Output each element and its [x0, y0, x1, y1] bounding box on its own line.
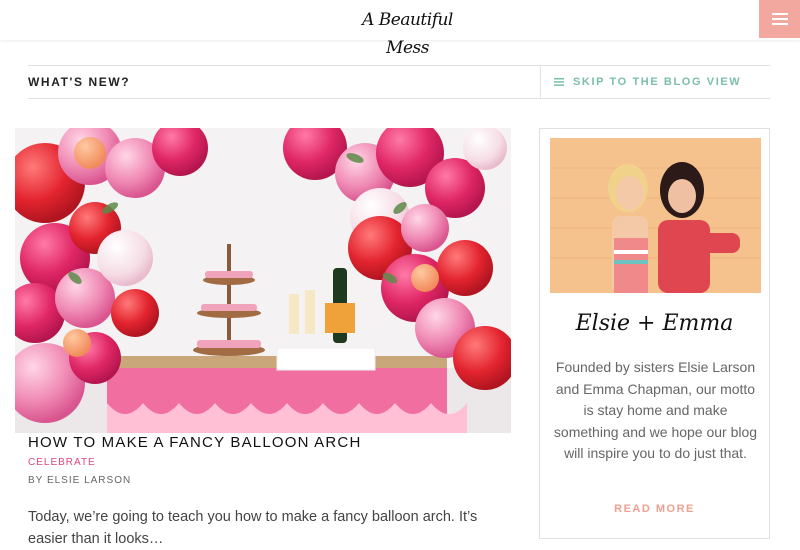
about-sidebar: Elsie + Emma Founded by sisters Elsie La… — [539, 128, 770, 539]
whats-new-bar: WHAT'S NEW? SKIP TO THE BLOG VIEW — [28, 65, 770, 99]
read-more-link[interactable]: READ MORE — [540, 503, 769, 515]
menu-button[interactable] — [759, 0, 800, 38]
post-title[interactable]: HOW TO MAKE A FANCY BALLOON ARCH — [28, 434, 362, 451]
post-category[interactable]: CELEBRATE — [28, 457, 96, 468]
skip-label: SKIP TO THE BLOG VIEW — [573, 76, 742, 88]
post-author: BY ELSIE LARSON — [28, 475, 132, 486]
post-excerpt: Today, we’re going to teach you how to m… — [28, 509, 478, 547]
site-header: A Beautiful Mess — [0, 0, 800, 58]
site-logo[interactable]: A Beautiful Mess — [345, 6, 470, 58]
about-text: Founded by sisters Elsie Larson and Emma… — [553, 359, 758, 461]
featured-post-image[interactable] — [15, 128, 511, 433]
skip-to-blog-view-link[interactable]: SKIP TO THE BLOG VIEW — [540, 66, 770, 98]
whats-new-heading: WHAT'S NEW? — [28, 75, 131, 89]
founders-photo — [550, 138, 761, 293]
signature: Elsie + Emma — [575, 311, 734, 336]
list-icon — [554, 78, 564, 86]
hamburger-icon — [771, 13, 788, 25]
